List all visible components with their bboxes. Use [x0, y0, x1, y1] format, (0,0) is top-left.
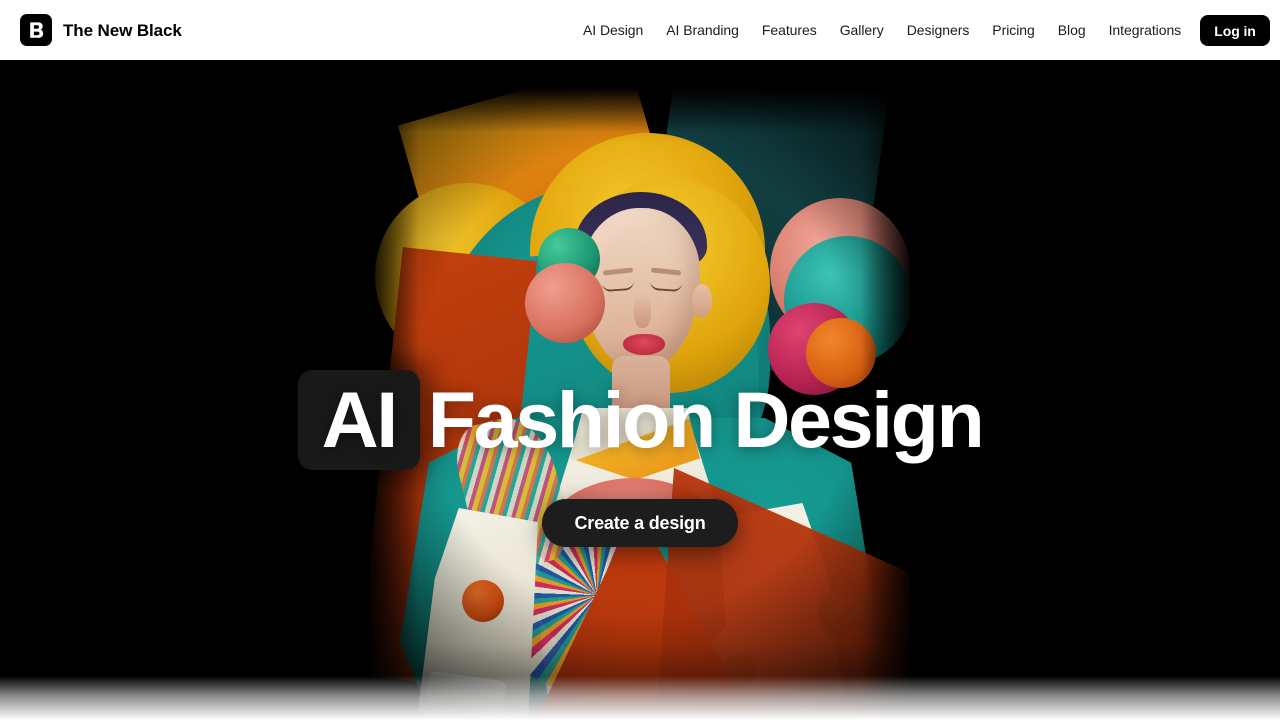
nav-item-pricing[interactable]: Pricing [992, 17, 1035, 43]
login-button[interactable]: Log in [1200, 15, 1270, 46]
brand-logo-link[interactable]: The New Black [20, 14, 182, 46]
landing-page: The New Black AI Design AI Branding Feat… [0, 0, 1280, 720]
hero-title: AI Fashion Design [0, 370, 1280, 470]
art-sphere-orange-arm [462, 580, 504, 622]
nav-item-integrations[interactable]: Integrations [1109, 17, 1182, 43]
hero-title-highlight: AI [297, 370, 420, 470]
hero-section: AI Fashion Design Create a design [0, 60, 1280, 720]
main-navigation: AI Design AI Branding Features Gallery D… [583, 0, 1181, 60]
nav-item-blog[interactable]: Blog [1058, 17, 1086, 43]
nav-item-gallery[interactable]: Gallery [840, 17, 884, 43]
hero-title-rest: Fashion Design [427, 375, 985, 464]
art-model-ear-right [692, 284, 712, 318]
art-model-lips [623, 334, 665, 355]
nav-item-ai-design[interactable]: AI Design [583, 17, 643, 43]
brand-name: The New Black [63, 20, 182, 40]
art-sphere-pink-left [525, 263, 605, 343]
nav-item-ai-branding[interactable]: AI Branding [666, 17, 739, 43]
the-new-black-logo-icon [20, 14, 52, 46]
nav-item-features[interactable]: Features [762, 17, 817, 43]
create-a-design-button[interactable]: Create a design [542, 499, 738, 547]
nav-item-designers[interactable]: Designers [907, 17, 970, 43]
art-model-nose [634, 294, 651, 328]
site-header: The New Black AI Design AI Branding Feat… [0, 0, 1280, 60]
